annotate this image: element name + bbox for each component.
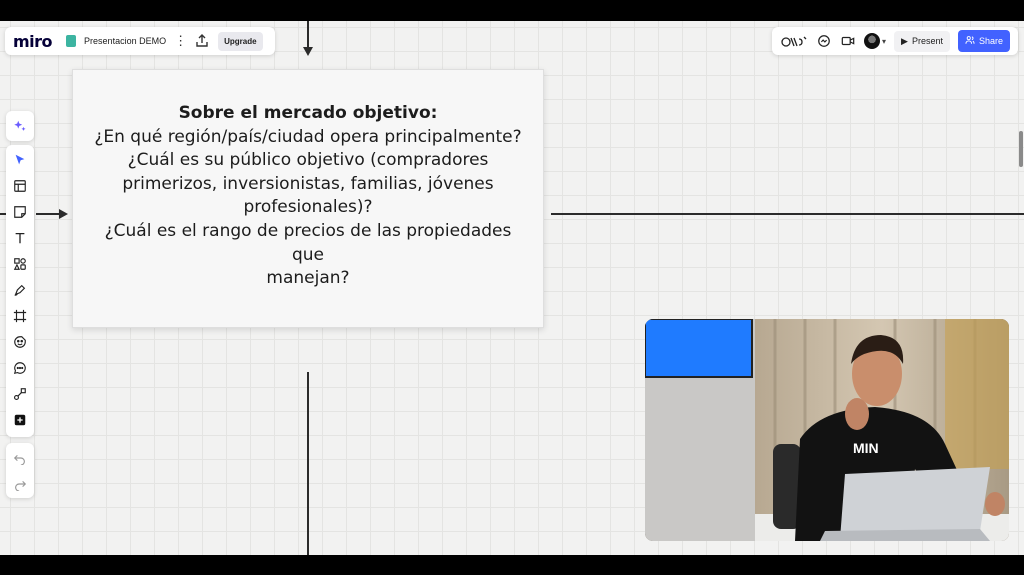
shapes-icon[interactable]	[7, 251, 33, 277]
ai-toolbar	[6, 111, 34, 141]
card-line: ¿Cuál es su público objetivo (compradore…	[127, 150, 489, 171]
more-apps-icon[interactable]	[7, 407, 33, 433]
templates-icon[interactable]	[7, 173, 33, 199]
undo-icon[interactable]	[7, 445, 33, 471]
export-icon[interactable]	[194, 33, 210, 49]
collab-toolbar: ▾ ▶ Present Share	[772, 27, 1018, 55]
letterbox-top	[0, 0, 1024, 21]
comment-icon[interactable]	[7, 355, 33, 381]
select-cursor-icon[interactable]	[7, 147, 33, 173]
tools-toolbar	[6, 145, 34, 437]
present-button[interactable]: ▶ Present	[894, 30, 950, 52]
card-line: ¿Cuál es el rango de precios de las prop…	[104, 220, 512, 265]
letterbox-bottom	[0, 555, 1024, 575]
webcam-video: MIN	[645, 319, 1009, 541]
text-icon[interactable]	[7, 225, 33, 251]
arrow-head-left	[59, 209, 68, 219]
video-icon[interactable]	[840, 33, 856, 49]
vertical-scrollbar[interactable]	[1019, 131, 1023, 167]
frame-icon[interactable]	[7, 303, 33, 329]
connector-left-arrow[interactable]	[36, 213, 61, 215]
redo-icon[interactable]	[7, 471, 33, 497]
card-line: primerizos, inversionistas, familias, jó…	[122, 173, 494, 194]
connector-right[interactable]	[551, 213, 1024, 215]
sticker-icon[interactable]	[7, 329, 33, 355]
present-label: Present	[911, 36, 943, 46]
webcam-frame: MIN	[645, 319, 1009, 541]
play-icon: ▶	[901, 35, 908, 46]
chevron-down-icon[interactable]: ▾	[882, 37, 886, 46]
card-line: profesionales)?	[243, 197, 373, 218]
arrow-head-top	[303, 47, 313, 56]
card-text: Sobre el mercado objetivo: ¿En qué regió…	[88, 102, 528, 291]
reactions-icon[interactable]	[780, 33, 808, 49]
card-title: Sobre el mercado objetivo:	[178, 103, 438, 123]
board-header: miro Presentacion DEMO ⋮ Upgrade	[5, 27, 275, 55]
card-line: ¿En qué región/país/ciudad opera princip…	[94, 126, 522, 147]
share-label: Share	[978, 36, 1003, 46]
connector-bottom[interactable]	[307, 372, 309, 555]
text-card[interactable]: Sobre el mercado objetivo: ¿En qué regió…	[72, 69, 544, 328]
board-name[interactable]: Presentacion DEMO	[84, 36, 166, 46]
board-icon	[66, 35, 77, 47]
upgrade-button[interactable]: Upgrade	[218, 31, 263, 51]
miro-logo[interactable]: miro	[13, 32, 53, 51]
avatar[interactable]	[864, 33, 880, 49]
card-line: manejan?	[266, 268, 350, 289]
chat-icon[interactable]	[816, 33, 832, 49]
shirt-print: MIN	[853, 440, 879, 456]
pen-icon[interactable]	[7, 277, 33, 303]
sticky-note-icon[interactable]	[7, 199, 33, 225]
connection-line-icon[interactable]	[7, 381, 33, 407]
ai-sparkle-icon[interactable]	[7, 113, 33, 139]
connector-top[interactable]	[307, 21, 309, 49]
more-options-icon[interactable]: ⋮	[174, 33, 187, 49]
history-toolbar	[6, 443, 34, 498]
users-icon	[965, 35, 975, 47]
share-button[interactable]: Share	[957, 30, 1010, 52]
